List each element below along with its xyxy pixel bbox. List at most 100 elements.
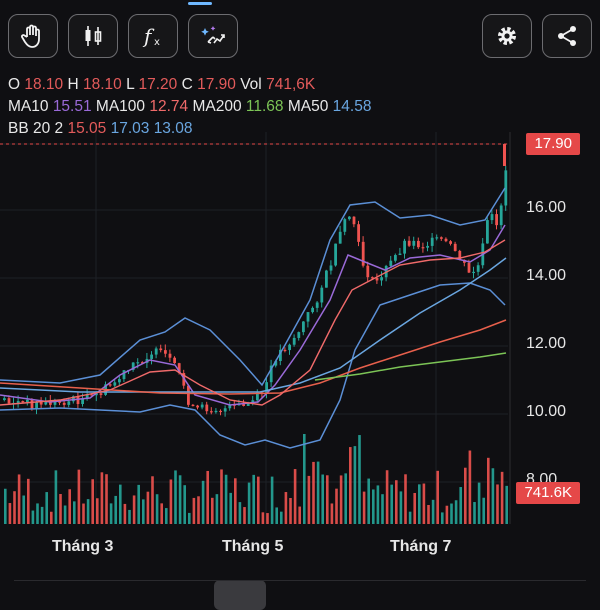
y-tick-label: 16.00: [526, 199, 567, 216]
volume-bar: [395, 480, 398, 524]
volume-bar: [100, 472, 104, 524]
volume-bar: [211, 497, 214, 524]
candle-body: [426, 245, 429, 248]
y-tick-label: 10.00: [526, 403, 567, 420]
candle-body: [200, 404, 204, 408]
volume-bar: [275, 507, 278, 524]
candle-body: [366, 265, 370, 278]
candle-body: [302, 321, 305, 333]
candle-body: [122, 370, 126, 380]
volume-bar: [45, 492, 48, 524]
volume-bar: [77, 469, 81, 524]
volume-bar: [188, 512, 191, 524]
candle-body: [168, 353, 172, 358]
volume-bar: [169, 479, 173, 524]
candle-body: [288, 344, 291, 351]
volume-bar: [13, 491, 16, 524]
volume-bar: [316, 461, 320, 524]
volume-bar: [349, 447, 352, 524]
bottom-divider: [14, 580, 586, 581]
volume-bar: [234, 478, 237, 524]
volume-bar: [496, 484, 499, 524]
candle-body: [113, 382, 117, 386]
volume-bar: [487, 457, 490, 524]
x-tick-label: Tháng 3: [52, 538, 114, 555]
candle-body: [21, 401, 25, 403]
volume-bar: [353, 446, 357, 524]
candle-body: [292, 337, 296, 345]
candle-body: [343, 219, 347, 232]
volume-bar: [91, 479, 94, 524]
candle-body: [118, 379, 121, 383]
volume-bar: [109, 503, 113, 524]
candle-body: [173, 357, 176, 364]
candle-body: [210, 411, 213, 413]
volume-bar: [381, 494, 384, 524]
volume-bar: [27, 478, 30, 524]
volume-bar: [339, 475, 343, 524]
volume-bar: [505, 485, 508, 524]
candle-body: [394, 255, 397, 261]
candle-body: [320, 287, 324, 303]
volume-bar: [160, 503, 163, 524]
candle-body: [219, 410, 222, 413]
volume-bar: [293, 469, 297, 524]
timeframe-selected[interactable]: [214, 580, 266, 610]
candle-body: [375, 278, 379, 281]
volume-bar: [238, 502, 242, 524]
candle-body: [164, 350, 167, 354]
volume-bar: [142, 499, 145, 524]
candle-body: [486, 220, 489, 244]
candle-body: [334, 243, 337, 266]
candle-body: [472, 271, 475, 274]
volume-bar: [418, 484, 421, 524]
volume-bar: [86, 499, 90, 524]
candle-body: [453, 243, 457, 251]
volume-bar: [183, 485, 186, 524]
volume-bar: [4, 488, 7, 524]
volume-bar: [178, 475, 182, 524]
candle-body: [30, 399, 34, 409]
volume-bar: [31, 510, 35, 524]
volume-bar: [468, 450, 472, 524]
volume-bar: [17, 474, 21, 524]
volume-bar: [335, 488, 338, 524]
y-tick-label: 14.00: [526, 267, 567, 284]
volume-bar: [224, 474, 228, 524]
volume-bar: [151, 476, 154, 524]
y-tick-label: 12.00: [526, 335, 567, 352]
candle-body: [214, 410, 218, 413]
candle-body: [159, 348, 163, 351]
volume-bar: [192, 497, 196, 524]
volume-bar: [40, 506, 44, 524]
volume-bar: [257, 476, 260, 524]
volume-bar: [303, 434, 306, 524]
price-chart[interactable]: [0, 0, 600, 600]
candle-body: [348, 216, 351, 220]
volume-bar: [464, 467, 467, 524]
candle-body: [7, 398, 11, 404]
volume-bar: [59, 494, 62, 524]
candle-body: [389, 260, 393, 266]
candle-body: [325, 270, 328, 288]
volume-bar: [459, 487, 462, 524]
volume-bar: [96, 498, 99, 524]
volume-bar: [431, 499, 435, 524]
volume-bar: [450, 503, 453, 524]
candle-body: [297, 332, 301, 338]
volume-bar: [445, 505, 449, 524]
candle-body: [35, 401, 38, 409]
volume-bar: [174, 470, 177, 524]
candle-body: [490, 214, 494, 221]
candle-body: [196, 405, 199, 408]
volume-bar: [229, 492, 232, 524]
volume-bar: [399, 491, 403, 524]
volume-bar: [82, 503, 85, 524]
candle-body: [191, 404, 195, 407]
volume-bar: [358, 435, 361, 524]
candle-body: [136, 362, 140, 364]
candle-body: [407, 240, 411, 246]
volume-bar: [119, 484, 122, 524]
candle-body: [315, 302, 319, 308]
volume-bar: [220, 469, 223, 524]
